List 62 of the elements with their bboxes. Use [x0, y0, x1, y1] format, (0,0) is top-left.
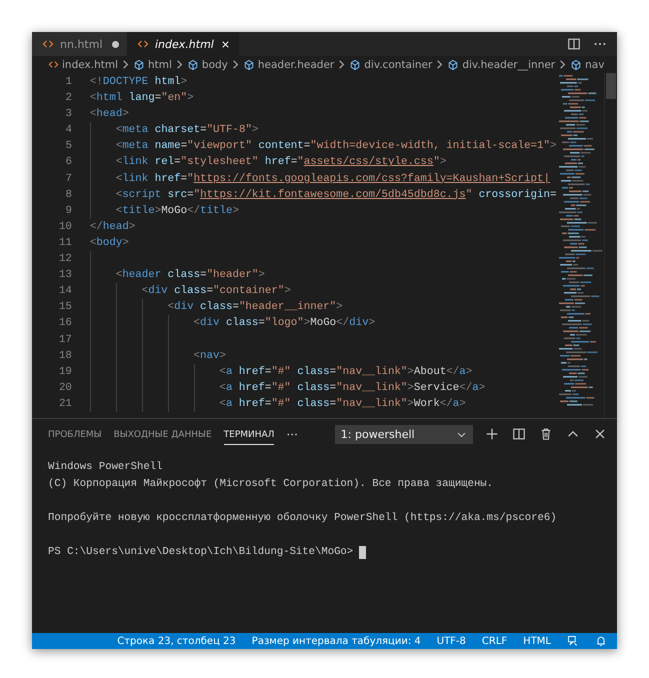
line-number: 21 — [58, 396, 72, 412]
code-line: <body> — [90, 236, 129, 251]
line-number: 19 — [58, 364, 72, 380]
line-number: 3 — [64, 107, 72, 122]
line-number: 5 — [64, 139, 72, 154]
code-line: <nav> — [194, 348, 226, 364]
code-line: <div class="container"> — [142, 284, 291, 300]
code-line: <div class="header__inner"> — [168, 300, 343, 316]
editor-tab[interactable]: nn.html — [32, 32, 127, 56]
line-number: 7 — [64, 172, 72, 187]
code-line: <link href="https://fonts.googleapis.com/css?family=Kaushan+Script| — [116, 172, 550, 187]
breadcrumb[interactable]: header.header — [258, 58, 334, 70]
status-item[interactable]: HTML — [523, 636, 551, 646]
code-line: <html lang="en"> — [90, 91, 194, 106]
code-line: <div class="logo">MoGo</div> — [194, 316, 376, 332]
line-number: 15 — [58, 300, 72, 316]
panel-tab[interactable]: ВЫХОДНЫЕ ДАННЫЕ — [114, 424, 212, 444]
line-number: 17 — [58, 332, 72, 348]
breadcrumb[interactable]: index.html — [62, 58, 118, 70]
panel-tab[interactable]: ТЕРМИНАЛ — [224, 424, 274, 444]
breadcrumb[interactable]: div.container — [364, 58, 432, 70]
breadcrumb[interactable]: html — [148, 58, 172, 70]
panel-tab[interactable]: ПРОБЛЕМЫ — [48, 424, 102, 444]
terminal-dropdown[interactable]: 1: powershell — [334, 424, 473, 444]
status-item[interactable]: Размер интервала табуляции: 4 — [252, 636, 421, 646]
line-number: 1 — [64, 75, 72, 90]
line-number: 6 — [64, 155, 72, 170]
line-number: 12 — [58, 252, 72, 268]
code-line: <header class="header"> — [116, 268, 265, 284]
line-number: 13 — [58, 268, 72, 284]
code-line: </head> — [90, 220, 136, 235]
terminal-line: Попробуйте новую кроссплатформенную оболочку PowerShell (https://aka.ms/pscore6) — [48, 511, 557, 526]
status-item[interactable]: UTF-8 — [436, 636, 466, 646]
line-number: 9 — [64, 204, 72, 219]
breadcrumb[interactable]: div.header__inner — [462, 58, 556, 70]
code-line: <head> — [90, 107, 129, 122]
line-number: 11 — [58, 236, 72, 251]
editor-tab[interactable]: index.html — [127, 32, 239, 56]
line-number: 2 — [64, 91, 72, 106]
code-line: <a href="#" class="nav__link">Service</a> — [219, 380, 486, 396]
code-line: <meta name="viewport" content="width=device-width, initial-scale=1"> — [116, 139, 556, 154]
line-number: 18 — [58, 348, 72, 364]
status-item[interactable]: Строка 23, столбец 23 — [117, 636, 236, 646]
code-line: <meta charset="UTF-8"> — [116, 123, 258, 138]
code-line: <link rel="stylesheet" href="assets/css/style.css"> — [116, 155, 446, 170]
breadcrumb[interactable]: body — [202, 58, 228, 70]
terminal-line: PS C:\Users\unive\Desktop\Ich\Bildung-Site\MoGo> — [48, 545, 354, 560]
line-number: 16 — [58, 316, 72, 332]
code-line: <title>MoGo</title> — [116, 204, 239, 219]
line-number: 20 — [58, 380, 72, 396]
code-line: <a href="#" class="nav__link">Work</a> — [219, 396, 466, 412]
terminal-line: (C) Корпорация Майкрософт (Microsoft Corporation). Все права защищены. — [48, 477, 494, 492]
line-number: 8 — [64, 188, 72, 203]
breadcrumb[interactable]: nav — [585, 58, 604, 70]
code-line: <a href="#" class="nav__link">About</a> — [219, 364, 472, 380]
line-number: 4 — [64, 123, 72, 138]
code-line: <!DOCTYPE html> — [90, 75, 188, 90]
status-item[interactable]: CRLF — [482, 636, 508, 646]
code-line: <script src="https://kit.fontawesome.com/5db45dbd8c.js" crossorigin= — [116, 188, 556, 203]
line-number: 14 — [58, 284, 72, 300]
line-number: 10 — [58, 220, 72, 235]
terminal-line: Windows PowerShell — [48, 460, 162, 475]
